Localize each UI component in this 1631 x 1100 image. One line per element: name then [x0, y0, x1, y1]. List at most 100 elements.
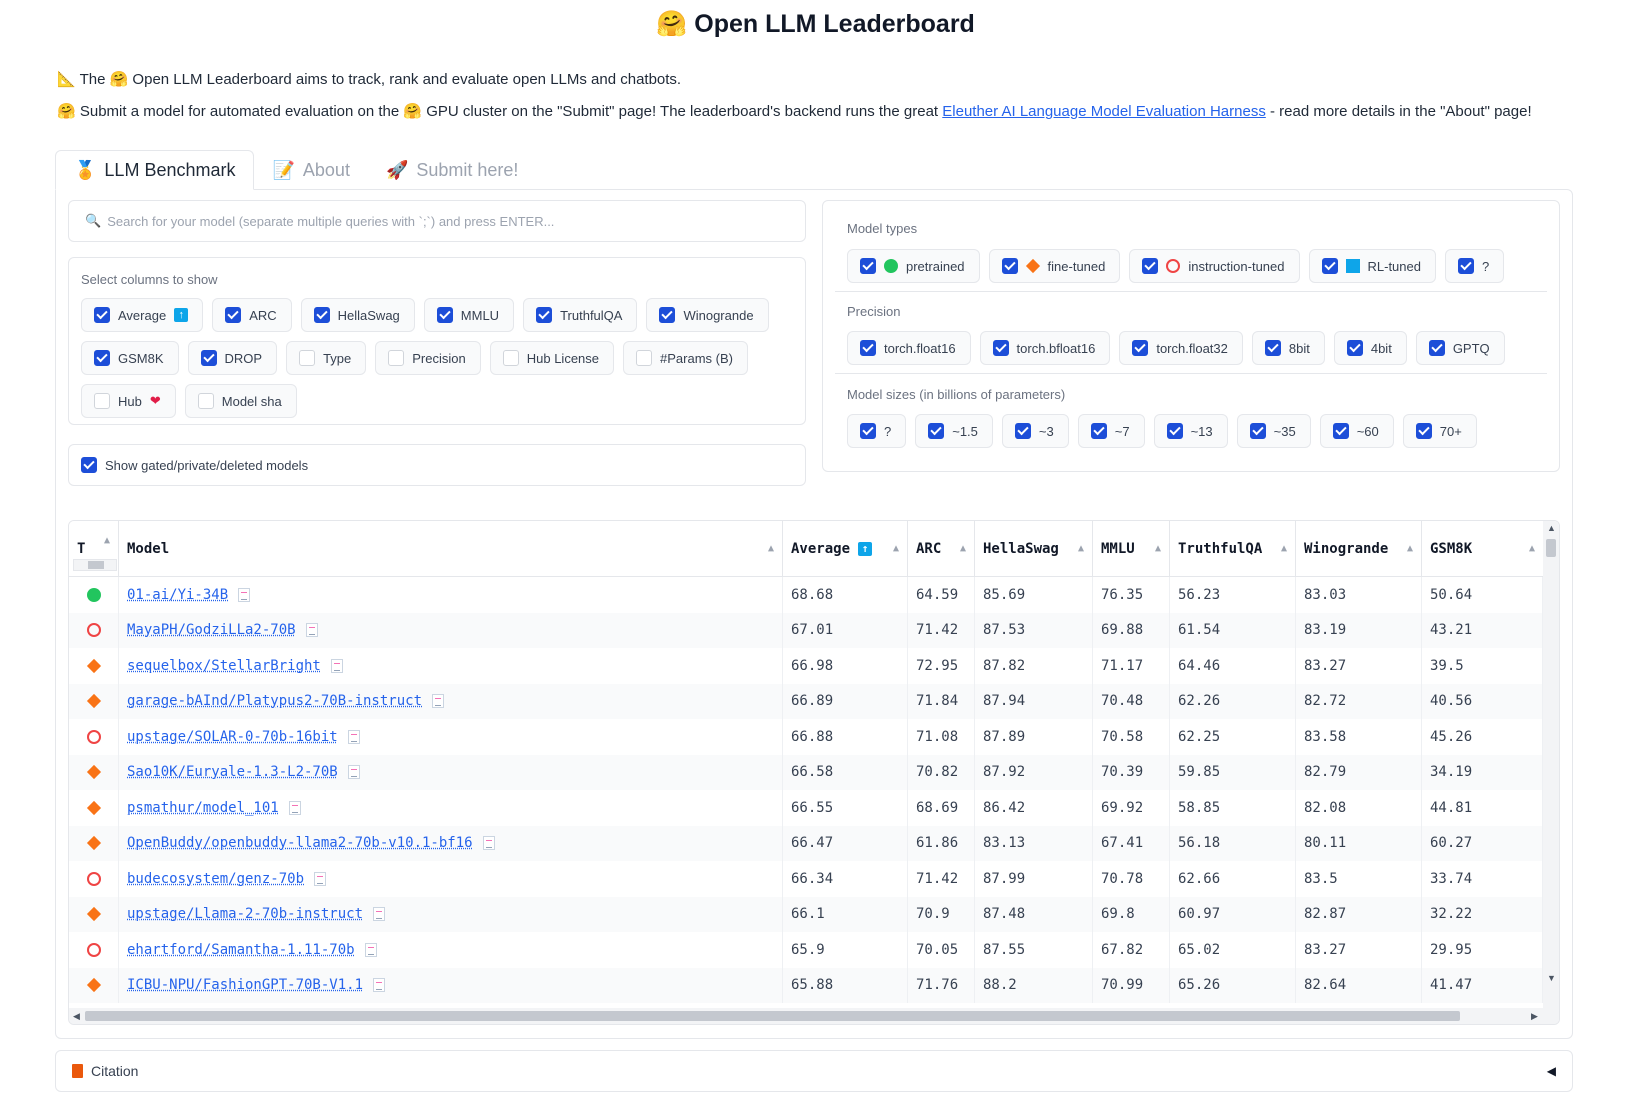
- filter-float16[interactable]: torch.float16: [847, 331, 971, 365]
- checkbox[interactable]: [94, 350, 110, 366]
- sort-icon[interactable]: ▲: [960, 543, 966, 554]
- mini-scrollbar[interactable]: [73, 559, 117, 571]
- filter-size-1-5[interactable]: ~1.5: [915, 414, 993, 448]
- column-checkbox-arc[interactable]: ARC: [212, 298, 292, 332]
- column-checkbox-gsm8k[interactable]: GSM8K: [81, 341, 179, 375]
- model-link[interactable]: ICBU-NPU/FashionGPT-70B-V1.1: [127, 977, 363, 993]
- checkbox[interactable]: [1001, 258, 1018, 274]
- details-document-icon[interactable]: [373, 978, 386, 993]
- filter-gptq[interactable]: GPTQ: [1415, 331, 1505, 365]
- checkbox[interactable]: [1142, 258, 1159, 274]
- details-document-icon[interactable]: [364, 942, 377, 957]
- checkbox[interactable]: [1264, 340, 1281, 356]
- filter-pretrained[interactable]: pretrained: [847, 249, 980, 283]
- header-winogrande[interactable]: Winogrande ▲: [1296, 521, 1422, 577]
- details-document-icon[interactable]: [288, 800, 301, 815]
- checkbox[interactable]: [1132, 340, 1149, 356]
- header-model[interactable]: Model ▲: [119, 521, 783, 577]
- checkbox[interactable]: [659, 307, 676, 323]
- vertical-scroll-thumb[interactable]: [1546, 539, 1556, 557]
- sort-icon[interactable]: ▲: [1078, 543, 1084, 554]
- checkbox[interactable]: [200, 350, 217, 366]
- checkbox[interactable]: [1321, 258, 1338, 274]
- scroll-right-icon[interactable]: ▶: [1531, 1011, 1538, 1022]
- column-checkbox-model-sha[interactable]: Model sha: [184, 384, 297, 418]
- harness-link[interactable]: Eleuther AI Language Model Evaluation Ha…: [942, 103, 1266, 120]
- horizontal-scroll-thumb[interactable]: [85, 1011, 1460, 1021]
- checkbox[interactable]: [1428, 340, 1445, 356]
- checkbox[interactable]: [94, 307, 110, 323]
- checkbox[interactable]: [436, 307, 453, 323]
- sort-icon[interactable]: ▲: [1529, 543, 1535, 554]
- model-link[interactable]: OpenBuddy/openbuddy-llama2-70b-v10.1-bf1…: [127, 835, 473, 851]
- filter-size-3[interactable]: ~3: [1001, 414, 1069, 448]
- checkbox[interactable]: [860, 258, 876, 274]
- scroll-left-icon[interactable]: ◀: [73, 1011, 80, 1022]
- checkbox[interactable]: [1166, 423, 1183, 439]
- filter-bfloat16[interactable]: torch.bfloat16: [979, 331, 1111, 365]
- collapse-arrow-icon[interactable]: ◀: [1547, 1064, 1556, 1078]
- checkbox[interactable]: [1457, 258, 1474, 274]
- column-checkbox-type[interactable]: Type: [286, 341, 367, 375]
- checkbox[interactable]: [536, 307, 553, 323]
- details-document-icon[interactable]: [347, 765, 360, 780]
- header-mmlu[interactable]: MMLU ▲: [1093, 521, 1170, 577]
- column-checkbox-truthfulqa[interactable]: TruthfulQA: [523, 298, 638, 332]
- checkbox[interactable]: [992, 340, 1009, 356]
- column-checkbox-hub-license[interactable]: Hub License: [489, 341, 615, 375]
- column-checkbox-winogrande[interactable]: Winogrande: [646, 298, 769, 332]
- column-checkbox-mmlu[interactable]: MMLU: [423, 298, 515, 332]
- checkbox[interactable]: [860, 423, 876, 439]
- filter-float32[interactable]: torch.float32: [1119, 331, 1243, 365]
- column-checkbox-drop[interactable]: DROP: [187, 341, 278, 375]
- model-link[interactable]: Sao10K/Euryale-1.3-L2-70B: [127, 764, 338, 780]
- header-truthfulqa[interactable]: TruthfulQA ▲: [1170, 521, 1296, 577]
- citation-accordion[interactable]: Citation ◀: [55, 1050, 1573, 1092]
- header-type[interactable]: T ▲: [69, 521, 119, 577]
- vertical-scrollbar[interactable]: ▲ ▼: [1543, 521, 1559, 1024]
- details-document-icon[interactable]: [432, 694, 445, 709]
- model-link[interactable]: budecosystem/genz-70b: [127, 871, 304, 887]
- tab-about[interactable]: 📝 About: [254, 150, 367, 190]
- column-checkbox-precision[interactable]: Precision: [375, 341, 481, 375]
- scroll-down-icon[interactable]: ▼: [1547, 973, 1556, 983]
- checkbox[interactable]: [197, 393, 214, 409]
- tab-submit[interactable]: 🚀 Submit here!: [368, 150, 536, 190]
- column-checkbox-params[interactable]: #Params (B): [623, 341, 748, 375]
- model-link[interactable]: garage-bAInd/Platypus2-70B-instruct: [127, 693, 422, 709]
- search-input[interactable]: 🔍 Search for your model (separate multip…: [68, 200, 806, 242]
- tab-llm-benchmark[interactable]: 🏅 LLM Benchmark: [55, 150, 255, 190]
- column-checkbox-hub[interactable]: Hub ❤: [81, 384, 176, 418]
- checkbox[interactable]: [1014, 423, 1031, 439]
- filter-4bit[interactable]: 4bit: [1333, 331, 1407, 365]
- header-average[interactable]: Average ↑ ▲: [783, 521, 908, 577]
- details-document-icon[interactable]: [238, 587, 251, 602]
- checkbox[interactable]: [928, 423, 945, 439]
- details-document-icon[interactable]: [373, 907, 386, 922]
- filter-size-unknown[interactable]: ?: [847, 414, 907, 448]
- checkbox[interactable]: [1332, 423, 1349, 439]
- model-link[interactable]: upstage/SOLAR-0-70b-16bit: [127, 729, 338, 745]
- model-link[interactable]: MayaPH/GodziLLa2-70B: [127, 622, 296, 638]
- sort-icon[interactable]: ▲: [768, 543, 774, 554]
- model-link[interactable]: psmathur/model_101: [127, 800, 279, 816]
- scroll-up-icon[interactable]: ▲: [1547, 523, 1556, 533]
- model-link[interactable]: ehartford/Samantha-1.11-70b: [127, 942, 355, 958]
- checkbox[interactable]: [1415, 423, 1432, 439]
- column-checkbox-average[interactable]: Average ↑: [81, 298, 204, 332]
- filter-size-13[interactable]: ~13: [1153, 414, 1228, 448]
- details-document-icon[interactable]: [330, 658, 343, 673]
- column-checkbox-hellaswag[interactable]: HellaSwag: [300, 298, 415, 332]
- sort-icon[interactable]: ▲: [1155, 543, 1161, 554]
- sort-icon[interactable]: ▲: [1281, 543, 1287, 554]
- checkbox[interactable]: [313, 307, 330, 323]
- filter-8bit[interactable]: 8bit: [1251, 331, 1325, 365]
- gated-models-toggle[interactable]: Show gated/private/deleted models: [68, 444, 806, 486]
- header-gsm8k[interactable]: GSM8K ▲: [1422, 521, 1543, 577]
- filter-size-35[interactable]: ~35: [1236, 414, 1311, 448]
- horizontal-scrollbar[interactable]: ◀ ▶: [69, 1008, 1559, 1024]
- checkbox[interactable]: [388, 350, 405, 366]
- details-document-icon[interactable]: [305, 623, 318, 638]
- details-document-icon[interactable]: [347, 729, 360, 744]
- details-document-icon[interactable]: [482, 836, 495, 851]
